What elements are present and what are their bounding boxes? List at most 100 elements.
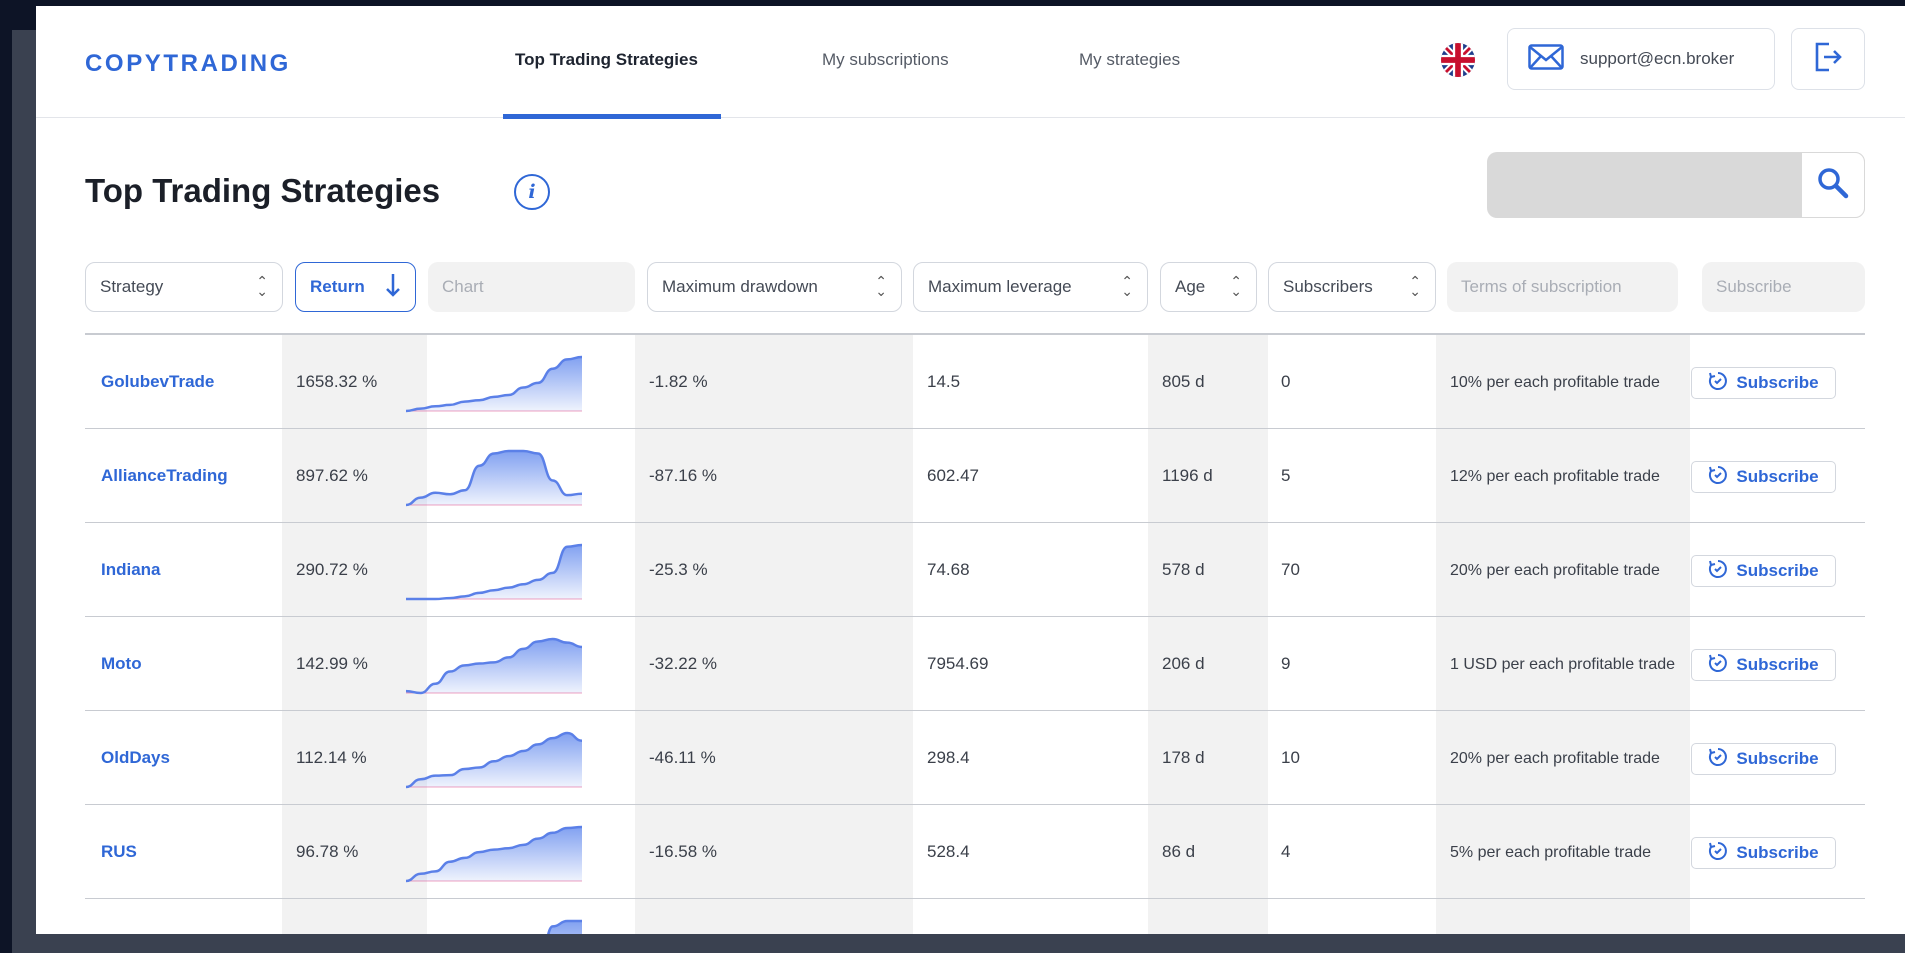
drawdown-value: -46.11 % [649, 748, 716, 767]
search-button[interactable] [1801, 152, 1865, 218]
subscribe-icon [1708, 747, 1728, 772]
subscribe-button[interactable]: Subscribe [1691, 555, 1836, 587]
leverage-value: 298.4 [927, 748, 970, 767]
return-value: 112.14 % [296, 748, 367, 767]
sort-descending-arrow-icon [385, 272, 401, 303]
leverage-value: 14.5 [927, 372, 961, 391]
terms-value: 20% per each profitable trade [1450, 749, 1660, 767]
subscribe-label: Subscribe [1736, 655, 1819, 674]
subscribers-value: 9 [1281, 654, 1291, 673]
equity-sparkline [406, 637, 582, 695]
table-row: Moto 142.99 % -32.22 % 7954.69 206 d 9 1 USD p… [85, 617, 1865, 711]
table-row: 20% per each profitable trade [85, 899, 1865, 934]
drawdown-value: -16.58 % [649, 842, 718, 861]
subscribe-icon [1708, 559, 1728, 584]
column-header-chart: Chart [428, 262, 635, 312]
leverage-value: 74.68 [927, 560, 970, 579]
leverage-value: 602.47 [927, 466, 979, 485]
age-value: 86 d [1162, 842, 1196, 861]
age-value: 178 d [1162, 748, 1205, 767]
column-label: Terms of subscription [1461, 277, 1622, 296]
subscribe-label: Subscribe [1736, 843, 1819, 862]
tab-my-strategies[interactable]: My strategies [1079, 50, 1180, 70]
table-row: GolubevTrade 1658.32 % -1.82 % 14.5 805 d 0 10… [85, 335, 1865, 429]
terms-value: 10% per each profitable trade [1450, 373, 1660, 391]
subscribers-value: 4 [1281, 842, 1291, 861]
equity-sparkline [406, 449, 582, 507]
subscribe-button[interactable]: Subscribe [1691, 649, 1836, 681]
return-value: 96.78 % [296, 842, 359, 861]
strategy-name-link[interactable]: RUS [101, 805, 137, 899]
sort-chevrons-icon: ⌃ ⌄ [1409, 273, 1421, 299]
column-label: Strategy [100, 277, 164, 296]
subscribe-label: Subscribe [1736, 373, 1819, 392]
sparkline-area [406, 827, 582, 881]
table-row: Indiana 290.72 % -25.3 % 74.68 578 d 70 20% pe… [85, 523, 1865, 617]
sparkline-area [406, 357, 582, 411]
app-window: COPYTRADING Top Trading Strategies My su… [36, 6, 1905, 934]
column-header-max-leverage[interactable]: Maximum leverage ⌃ ⌄ [913, 262, 1148, 312]
subscribe-icon [1708, 841, 1728, 866]
info-icon[interactable]: i [514, 174, 550, 210]
drawdown-value: -1.82 % [649, 372, 708, 391]
return-value: 1658.32 % [296, 372, 378, 391]
terms-value: 20% per each profitable trade [1450, 899, 1680, 934]
age-value: 805 d [1162, 372, 1205, 391]
subscribers-value: 10 [1281, 748, 1300, 767]
equity-sparkline [547, 919, 582, 934]
return-value: 290.72 % [296, 560, 368, 579]
subscribe-icon [1708, 371, 1728, 396]
subscribers-value: 0 [1281, 372, 1291, 391]
sort-chevrons-icon: ⌃ ⌄ [256, 273, 268, 299]
top-navigation-bar: COPYTRADING Top Trading Strategies My su… [36, 6, 1905, 119]
support-email-label: support@ecn.broker [1580, 49, 1735, 68]
sparkline-area [406, 733, 582, 787]
age-value: 578 d [1162, 560, 1205, 579]
equity-sparkline [406, 543, 582, 601]
table-row: OldDays 112.14 % -46.11 % 298.4 178 d 10 20% p… [85, 711, 1865, 805]
column-label: Age [1175, 277, 1206, 296]
column-header-age[interactable]: Age ⌃ ⌄ [1160, 262, 1257, 312]
subscribe-icon [1708, 653, 1728, 678]
column-label: Return [310, 277, 365, 296]
return-value: 142.99 % [296, 654, 368, 673]
strategy-name-link[interactable]: Moto [101, 617, 142, 711]
subscribe-button[interactable]: Subscribe [1691, 461, 1836, 493]
sparkline-area [548, 921, 582, 934]
strategy-name-link[interactable]: AllianceTrading [101, 429, 228, 523]
drawdown-value: -25.3 % [649, 560, 708, 579]
logout-button[interactable] [1791, 28, 1865, 90]
subscribe-label: Subscribe [1736, 749, 1819, 768]
subscribers-value: 70 [1281, 560, 1300, 579]
logo[interactable]: COPYTRADING [85, 50, 291, 78]
support-email-button[interactable]: support@ecn.broker [1507, 28, 1775, 90]
tab-top-trading-strategies[interactable]: Top Trading Strategies [515, 50, 698, 70]
page-title: Top Trading Strategies [85, 172, 441, 209]
subscribe-button[interactable]: Subscribe [1691, 743, 1836, 775]
search-input[interactable] [1487, 152, 1801, 218]
drawdown-value: -32.22 % [649, 654, 718, 673]
uk-flag-icon[interactable] [1441, 43, 1475, 77]
column-header-strategy[interactable]: Strategy ⌃ ⌄ [85, 262, 283, 312]
table-row: AllianceTrading 897.62 % -87.16 % 602.47 119… [85, 429, 1865, 523]
column-label: Subscribe [1716, 277, 1792, 296]
strategy-name-link[interactable]: GolubevTrade [101, 335, 214, 429]
subscribe-button[interactable]: Subscribe [1691, 367, 1836, 399]
strategy-name-link[interactable]: Indiana [101, 523, 161, 617]
sort-chevrons-icon: ⌃ ⌄ [1230, 273, 1242, 299]
column-header-max-drawdown[interactable]: Maximum drawdown ⌃ ⌄ [647, 262, 902, 312]
terms-value: 12% per each profitable trade [1450, 467, 1660, 485]
column-label: Maximum leverage [928, 277, 1072, 296]
sort-chevrons-icon: ⌃ ⌄ [1121, 273, 1133, 299]
return-value: 897.62 % [296, 466, 368, 485]
search-icon [1816, 166, 1850, 205]
strategy-name-link[interactable]: OldDays [101, 711, 170, 805]
subscribe-label: Subscribe [1736, 561, 1819, 580]
column-header-return[interactable]: Return [295, 262, 416, 312]
column-header-subscribers[interactable]: Subscribers ⌃ ⌄ [1268, 262, 1436, 312]
equity-sparkline [406, 731, 582, 789]
tab-my-subscriptions[interactable]: My subscriptions [822, 50, 949, 70]
column-label: Subscribers [1283, 277, 1373, 296]
terms-value: 5% per each profitable trade [1450, 843, 1652, 861]
subscribe-button[interactable]: Subscribe [1691, 837, 1836, 869]
